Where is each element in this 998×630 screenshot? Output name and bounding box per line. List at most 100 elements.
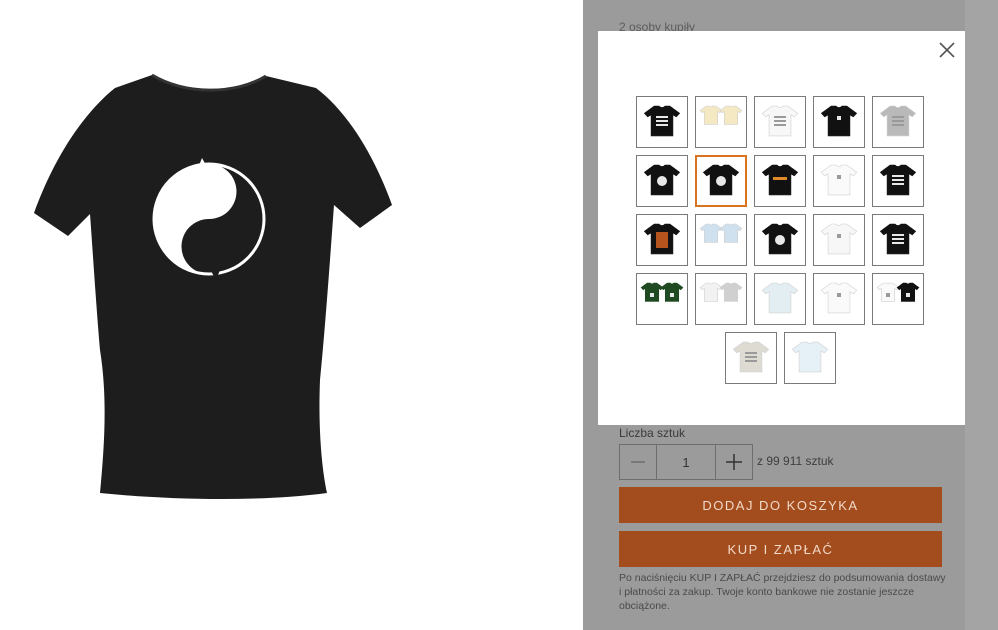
tshirt-thumbnail-icon bbox=[876, 282, 920, 302]
tshirt-shape bbox=[699, 223, 723, 243]
variant-thumbnail[interactable] bbox=[872, 96, 924, 148]
tshirt-thumbnail-icon bbox=[879, 223, 917, 255]
quantity-label: Liczba sztuk bbox=[619, 426, 686, 440]
print-mark bbox=[892, 175, 904, 177]
variant-thumbnail[interactable] bbox=[813, 96, 865, 148]
print-mark bbox=[837, 293, 841, 297]
decrease-quantity-button[interactable] bbox=[620, 445, 656, 479]
tshirt-thumbnail-icon bbox=[640, 282, 684, 302]
stock-availability-text: z 99 911 sztuk bbox=[757, 454, 834, 468]
minus-icon bbox=[631, 461, 645, 463]
variant-thumbnail-grid bbox=[628, 96, 932, 384]
print-mark bbox=[837, 234, 841, 238]
print-mark bbox=[892, 179, 904, 181]
tshirt-thumbnail-icon bbox=[699, 105, 743, 125]
tshirt-shape bbox=[761, 282, 799, 314]
modal-close-button[interactable] bbox=[937, 40, 957, 60]
print-mark bbox=[657, 176, 667, 186]
variant-thumbnail[interactable] bbox=[754, 273, 806, 325]
print-mark bbox=[837, 116, 841, 120]
tshirt-thumbnail-icon bbox=[761, 105, 799, 137]
tshirt-shape bbox=[719, 282, 743, 302]
print-mark bbox=[773, 177, 787, 180]
tshirt-thumbnail-icon bbox=[643, 223, 681, 255]
variant-thumbnail[interactable] bbox=[813, 155, 865, 207]
tshirt-thumbnail-icon bbox=[761, 282, 799, 314]
tshirt-illustration bbox=[34, 73, 392, 500]
tshirt-shape bbox=[699, 105, 723, 125]
print-mark bbox=[656, 120, 668, 122]
variant-thumbnail[interactable] bbox=[636, 96, 688, 148]
variant-thumbnail[interactable] bbox=[813, 273, 865, 325]
tshirt-thumbnail-icon bbox=[761, 164, 799, 196]
print-mark bbox=[892, 234, 904, 236]
variant-thumbnail[interactable] bbox=[695, 96, 747, 148]
print-mark bbox=[716, 176, 726, 186]
tshirt-thumbnail-icon bbox=[643, 164, 681, 196]
variant-picker-modal bbox=[598, 31, 965, 425]
print-mark bbox=[892, 238, 904, 240]
quantity-stepper: 1 bbox=[619, 444, 753, 480]
add-to-cart-button[interactable]: DODAJ DO KOSZYKA bbox=[619, 487, 942, 523]
tshirt-thumbnail-icon bbox=[820, 282, 858, 314]
variant-thumbnail[interactable] bbox=[872, 155, 924, 207]
payment-disclaimer: Po naciśnięciu KUP I ZAPŁAĆ przejdziesz … bbox=[619, 572, 946, 612]
print-mark bbox=[670, 293, 674, 297]
variant-thumbnail[interactable] bbox=[872, 214, 924, 266]
plus-icon bbox=[726, 454, 742, 470]
tshirt-thumbnail-icon bbox=[732, 341, 769, 373]
print-mark bbox=[650, 293, 654, 297]
tshirt-shape bbox=[699, 282, 723, 302]
variant-thumbnail[interactable] bbox=[695, 273, 747, 325]
tshirt-shape bbox=[820, 223, 858, 255]
tshirt-thumbnail-icon bbox=[643, 105, 681, 137]
print-mark bbox=[744, 360, 757, 362]
tshirt-thumbnail-icon bbox=[820, 105, 858, 137]
close-icon bbox=[939, 42, 955, 58]
page-background-strip bbox=[965, 0, 998, 630]
variant-thumbnail[interactable] bbox=[695, 155, 747, 207]
variant-thumbnail[interactable] bbox=[724, 332, 777, 384]
tshirt-shape bbox=[640, 282, 664, 302]
variant-thumbnail[interactable] bbox=[754, 214, 806, 266]
variant-thumbnail[interactable] bbox=[754, 96, 806, 148]
tshirt-thumbnail-icon bbox=[820, 223, 858, 255]
tshirt-shape bbox=[719, 105, 743, 125]
tshirt-body bbox=[34, 75, 392, 500]
print-mark bbox=[892, 242, 904, 244]
tshirt-thumbnail-icon bbox=[879, 105, 917, 137]
print-mark bbox=[892, 120, 904, 122]
variant-thumbnail[interactable] bbox=[754, 155, 806, 207]
print-mark bbox=[656, 232, 668, 248]
buy-now-button[interactable]: KUP I ZAPŁAĆ bbox=[619, 531, 942, 567]
variant-thumbnail[interactable] bbox=[872, 273, 924, 325]
print-mark bbox=[892, 116, 904, 118]
tshirt-thumbnail-icon bbox=[879, 164, 917, 196]
tshirt-thumbnail-icon bbox=[699, 282, 743, 302]
print-mark bbox=[656, 124, 668, 126]
quantity-input[interactable]: 1 bbox=[656, 445, 716, 479]
variant-thumbnail[interactable] bbox=[636, 155, 688, 207]
print-mark bbox=[774, 120, 786, 122]
variant-thumbnail[interactable] bbox=[636, 214, 688, 266]
variant-thumbnail[interactable] bbox=[636, 273, 688, 325]
print-mark bbox=[906, 293, 910, 297]
tshirt-thumbnail-icon bbox=[791, 341, 828, 373]
print-mark bbox=[892, 124, 904, 126]
tshirt-shape bbox=[876, 282, 900, 302]
tshirt-shape bbox=[791, 341, 828, 373]
tshirt-thumbnail-icon bbox=[761, 223, 799, 255]
print-mark bbox=[744, 352, 757, 354]
tshirt-shape bbox=[820, 105, 858, 137]
print-mark bbox=[775, 235, 785, 245]
print-mark bbox=[774, 124, 786, 126]
tshirt-shape bbox=[820, 282, 858, 314]
print-mark bbox=[744, 356, 757, 358]
increase-quantity-button[interactable] bbox=[716, 445, 752, 479]
variant-thumbnail[interactable] bbox=[695, 214, 747, 266]
variant-thumbnail[interactable] bbox=[783, 332, 836, 384]
tshirt-thumbnail-icon bbox=[820, 164, 858, 196]
tshirt-shape bbox=[660, 282, 684, 302]
variant-thumbnail[interactable] bbox=[813, 214, 865, 266]
tshirt-thumbnail-icon bbox=[699, 223, 743, 243]
